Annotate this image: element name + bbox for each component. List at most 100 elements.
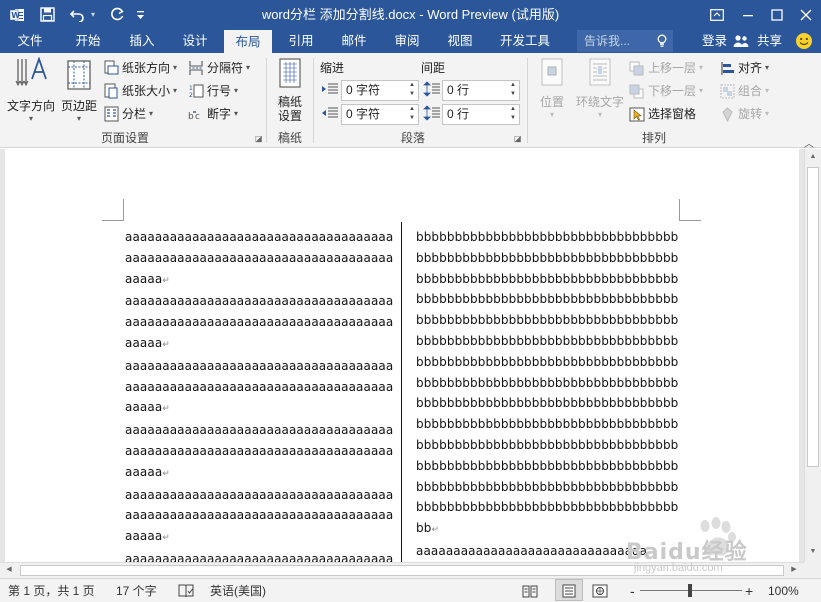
right-column-line[interactable]: bbbbbbbbbbbbbbbbbbbbbbbbbbbbbbbbbb (416, 331, 678, 352)
left-column-line[interactable]: aaaaa↵ (125, 269, 393, 292)
line-numbers-button[interactable]: 12 行号 ▾ (188, 81, 238, 101)
text-direction-button[interactable]: 文字方向 ▾ (4, 57, 58, 123)
horizontal-scroll-thumb[interactable] (20, 565, 784, 576)
left-column-line[interactable]: aaaaa↵ (125, 526, 393, 549)
left-column-line[interactable]: aaaaaaaaaaaaaaaaaaaaaaaaaaaaaaaaaaaa (125, 291, 393, 312)
right-column-line[interactable]: bb↵ (416, 518, 678, 541)
horizontal-scrollbar[interactable]: ◀ ▶ (0, 562, 804, 578)
paper-size-button[interactable]: 纸张大小 ▾ (104, 81, 177, 101)
minimize-icon[interactable] (732, 0, 764, 29)
wrap-text-button[interactable]: 环绕文字 ▾ (573, 57, 627, 119)
spacing-after-spinner-icon[interactable]: ▲ ▼ (507, 105, 519, 124)
right-column-line[interactable]: bbbbbbbbbbbbbbbbbbbbbbbbbbbbbbbbbb (416, 497, 678, 518)
scroll-left-icon[interactable]: ◀ (3, 564, 15, 576)
web-layout-icon[interactable] (592, 579, 608, 602)
right-column-line[interactable]: bbbbbbbbbbbbbbbbbbbbbbbbbbbbbbbbbb (416, 289, 678, 310)
scroll-down-icon[interactable]: ▼ (808, 548, 818, 558)
left-column-line[interactable]: aaaaaaaaaaaaaaaaaaaaaaaaaaaaaaaaaaaa (125, 441, 393, 462)
zoom-level[interactable]: 100% (768, 579, 799, 602)
scroll-up-icon[interactable]: ▲ (808, 153, 818, 163)
vertical-scroll-thumb[interactable] (807, 167, 819, 467)
right-column-line[interactable]: bbbbbbbbbbbbbbbbbbbbbbbbbbbbbbbbbb (416, 352, 678, 373)
page-setup-launcher-icon[interactable]: ◪ (255, 134, 264, 143)
align-button[interactable]: 对齐 ▾ (720, 58, 769, 78)
tab-developer[interactable]: 开发工具 (494, 29, 556, 53)
close-icon[interactable] (790, 0, 821, 29)
left-column-line[interactable]: aaaaaaaaaaaaaaaaaaaaaaaaaaaaaaaaaaaa (125, 312, 393, 333)
tab-file[interactable]: 文件 (8, 29, 52, 53)
right-column-line[interactable]: bbbbbbbbbbbbbbbbbbbbbbbbbbbbbbbbbb (416, 414, 678, 435)
paragraph-launcher-icon[interactable]: ◪ (514, 134, 523, 143)
scroll-right-icon[interactable]: ▶ (788, 564, 800, 576)
zoom-slider-thumb[interactable] (688, 584, 692, 597)
tab-home[interactable]: 开始 (66, 29, 110, 53)
group-button[interactable]: 组合 ▾ (720, 81, 769, 101)
zoom-out-button[interactable]: - (630, 579, 635, 602)
left-column[interactable]: aaaaaaaaaaaaaaaaaaaaaaaaaaaaaaaaaaaa aaaa… (125, 227, 393, 562)
tab-design[interactable]: 设计 (173, 29, 217, 53)
word-app-icon[interactable]: W (6, 0, 28, 29)
tab-mailings[interactable]: 邮件 (332, 29, 376, 53)
right-column-line[interactable]: aaaaaaaaaaaaaaaaaaaaaaaaaaaaaaa (416, 541, 678, 562)
indent-left-input[interactable]: 0 字符 ▲ ▼ (341, 80, 419, 101)
tab-view[interactable]: 视图 (438, 29, 482, 53)
position-button[interactable]: 位置 ▾ (533, 57, 571, 119)
indent-left-spinner-icon[interactable]: ▲ ▼ (406, 81, 418, 100)
undo-icon[interactable] (66, 0, 88, 29)
indent-right-spinner-icon[interactable]: ▲ ▼ (406, 105, 418, 124)
bring-forward-button[interactable]: 上移一层 ▾ (629, 58, 703, 78)
spacing-after-input[interactable]: 0 行 ▲ ▼ (442, 104, 520, 125)
read-mode-icon[interactable] (522, 579, 538, 602)
right-column[interactable]: bbbbbbbbbbbbbbbbbbbbbbbbbbbbbbbbbb bbbbbb… (416, 227, 678, 562)
left-column-line[interactable]: aaaaaaaaaaaaaaaaaaaaaaaaaaaaaaaaaaaa (125, 505, 393, 526)
share-button[interactable]: 共享 (757, 29, 782, 53)
share-people-icon[interactable] (733, 29, 749, 53)
redo-icon[interactable] (106, 0, 128, 29)
undo-dropdown-icon[interactable]: ▾ (88, 0, 98, 29)
left-column-line[interactable]: aaaaaaaaaaaaaaaaaaaaaaaaaaaaaaaaaaaa (125, 549, 393, 562)
left-column-line[interactable]: aaaaa↵ (125, 462, 393, 485)
indent-right-input[interactable]: 0 字符 ▲ ▼ (341, 104, 419, 125)
right-column-line[interactable]: bbbbbbbbbbbbbbbbbbbbbbbbbbbbbbbbbb (416, 435, 678, 456)
save-icon[interactable] (36, 0, 58, 29)
manuscript-settings-button[interactable]: 稿纸 设置 (272, 57, 308, 123)
send-backward-button[interactable]: 下移一层 ▾ (629, 81, 703, 101)
document-page[interactable]: aaaaaaaaaaaaaaaaaaaaaaaaaaaaaaaaaaaa aaaa… (5, 149, 799, 562)
maximize-icon[interactable] (761, 0, 793, 29)
right-column-line[interactable]: bbbbbbbbbbbbbbbbbbbbbbbbbbbbbbbbbb (416, 373, 678, 394)
left-column-line[interactable]: aaaaaaaaaaaaaaaaaaaaaaaaaaaaaaaaaaaa (125, 420, 393, 441)
tab-review[interactable]: 审阅 (385, 29, 429, 53)
right-column-line[interactable]: bbbbbbbbbbbbbbbbbbbbbbbbbbbbbbbbbb (416, 393, 678, 414)
word-count-status[interactable]: 17 个字 (116, 579, 157, 602)
left-column-line[interactable]: aaaaaaaaaaaaaaaaaaaaaaaaaaaaaaaaaaaa (125, 248, 393, 269)
tell-me-box[interactable]: 告诉我... (577, 30, 673, 52)
left-column-line[interactable]: aaaaa↵ (125, 397, 393, 420)
proofing-icon[interactable] (178, 579, 194, 602)
collapse-ribbon-icon[interactable]: ︿ (804, 135, 814, 150)
selection-pane-button[interactable]: 选择窗格 (629, 104, 696, 124)
left-column-line[interactable]: aaaaa↵ (125, 333, 393, 356)
vertical-scrollbar[interactable]: ▲ ▼ (804, 149, 821, 562)
sign-in-link[interactable]: 登录 (702, 29, 727, 53)
right-column-line[interactable]: bbbbbbbbbbbbbbbbbbbbbbbbbbbbbbbbbb (416, 477, 678, 498)
ribbon-display-icon[interactable] (701, 0, 733, 29)
right-column-line[interactable]: bbbbbbbbbbbbbbbbbbbbbbbbbbbbbbbbbb (416, 269, 678, 290)
zoom-in-button[interactable]: + (745, 579, 753, 602)
orientation-button[interactable]: 纸张方向 ▾ (104, 58, 177, 78)
breaks-button[interactable]: 分隔符 ▾ (188, 58, 250, 78)
customize-icon[interactable] (132, 0, 148, 29)
columns-button[interactable]: 分栏 ▾ (104, 104, 153, 124)
right-column-line[interactable]: bbbbbbbbbbbbbbbbbbbbbbbbbbbbbbbbbb (416, 310, 678, 331)
right-column-line[interactable]: bbbbbbbbbbbbbbbbbbbbbbbbbbbbbbbbbb (416, 248, 678, 269)
right-column-line[interactable]: bbbbbbbbbbbbbbbbbbbbbbbbbbbbbbbbbb (416, 456, 678, 477)
spacing-before-input[interactable]: 0 行 ▲ ▼ (442, 80, 520, 101)
language-status[interactable]: 英语(美国) (210, 579, 266, 602)
rotate-button[interactable]: 旋转 ▾ (720, 104, 769, 124)
left-column-line[interactable]: aaaaaaaaaaaaaaaaaaaaaaaaaaaaaaaaaaaa (125, 356, 393, 377)
left-column-line[interactable]: aaaaaaaaaaaaaaaaaaaaaaaaaaaaaaaaaaaa (125, 485, 393, 506)
page-count-status[interactable]: 第 1 页，共 1 页 (8, 579, 95, 602)
spacing-before-spinner-icon[interactable]: ▲ ▼ (507, 81, 519, 100)
hyphenation-button[interactable]: bc 断字 ▾ (188, 104, 238, 124)
left-column-line[interactable]: aaaaaaaaaaaaaaaaaaaaaaaaaaaaaaaaaaaa (125, 377, 393, 398)
print-layout-icon[interactable] (555, 579, 583, 601)
